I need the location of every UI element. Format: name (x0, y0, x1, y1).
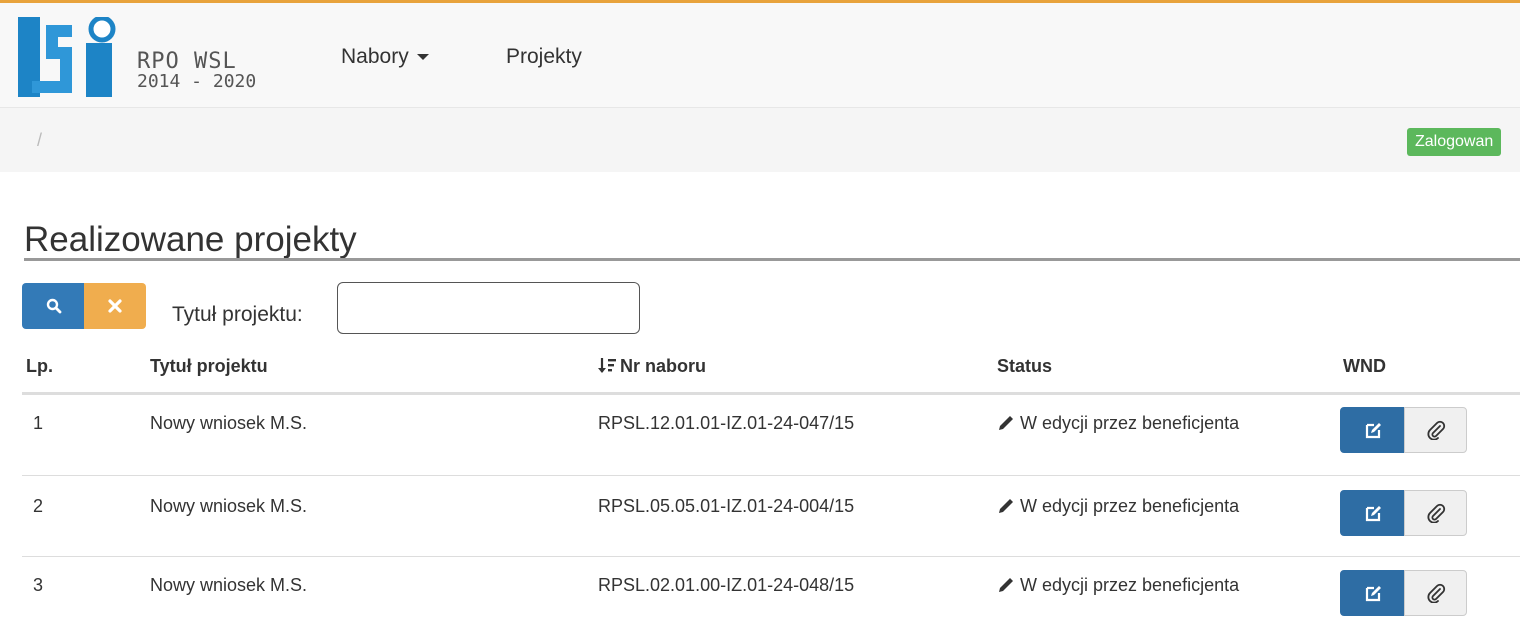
paperclip-icon (1427, 583, 1446, 603)
cell-status: W edycji przez beneficjenta (997, 496, 1239, 517)
edit-application-button[interactable] (1340, 407, 1404, 453)
header-status[interactable]: Status (997, 356, 1052, 377)
cell-status: W edycji przez beneficjenta (997, 575, 1239, 596)
cell-nr-naboru: RPSL.02.01.00-IZ.01-24-048/15 (598, 575, 855, 595)
title-filter-input[interactable] (337, 282, 640, 334)
sort-amount-desc-icon (598, 358, 616, 373)
caret-down-icon (416, 54, 429, 61)
attachments-button[interactable] (1404, 407, 1467, 453)
nav-item-projekty-label: Projekty (506, 45, 582, 68)
brand-text: RPO WSL 2014 - 2020 (137, 51, 256, 91)
status-text: W edycji przez beneficjenta (1020, 496, 1240, 516)
pencil-icon (999, 416, 1013, 430)
header-lp[interactable]: Lp. (26, 356, 53, 377)
nav-item-nabory[interactable]: Nabory (341, 45, 429, 69)
filter-title-label: Tytuł projektu: (172, 303, 303, 326)
header-nr-naboru[interactable]: Nr naboru (598, 356, 706, 377)
title-divider (24, 258, 1520, 261)
header-wnd: WND (1343, 356, 1386, 376)
cell-lp: 2 (33, 496, 44, 516)
logged-in-badge: Zalogowan (1407, 128, 1502, 156)
edit-icon (1365, 423, 1381, 439)
edit-application-button[interactable] (1340, 490, 1404, 536)
cell-nr-naboru: RPSL.05.05.01-IZ.01-24-004/15 (598, 496, 855, 516)
row-divider (22, 475, 1520, 476)
status-text: W edycji przez beneficjenta (1020, 575, 1240, 595)
close-icon (108, 299, 122, 313)
cell-title: Nowy wniosek M.S. (150, 575, 308, 595)
cell-lp: 1 (33, 413, 44, 433)
attachments-button[interactable] (1404, 490, 1467, 536)
page-title: Realizowane projekty (24, 220, 357, 259)
edit-icon (1365, 586, 1381, 602)
lsi-logo[interactable] (18, 15, 128, 97)
table-header-divider (22, 392, 1520, 395)
row-divider (22, 556, 1520, 557)
lsi-logo-mark (18, 15, 116, 97)
nav-item-projekty[interactable]: Projekty (506, 45, 582, 69)
cell-lp: 3 (33, 575, 44, 595)
cell-title: Nowy wniosek M.S. (150, 496, 308, 516)
brand-line-2: 2014 - 2020 (137, 71, 257, 92)
cell-status: W edycji przez beneficjenta (997, 413, 1239, 434)
edit-application-button[interactable] (1340, 570, 1404, 616)
breadcrumb: / Zalogowan (0, 108, 1520, 172)
search-button[interactable] (22, 283, 84, 329)
pencil-icon (999, 578, 1013, 592)
attachments-button[interactable] (1404, 570, 1467, 616)
navbar: RPO WSL 2014 - 2020 Nabory Projekty (0, 3, 1520, 108)
paperclip-icon (1427, 420, 1446, 440)
cell-title: Nowy wniosek M.S. (150, 413, 308, 433)
brand-line-1: RPO WSL (137, 49, 237, 74)
header-title[interactable]: Tytuł projektu (150, 356, 268, 377)
nav-item-nabory-label: Nabory (341, 45, 409, 68)
edit-icon (1365, 506, 1381, 522)
search-icon (46, 298, 62, 314)
paperclip-icon (1427, 503, 1446, 523)
breadcrumb-separator: / (37, 130, 43, 150)
status-text: W edycji przez beneficjenta (1020, 413, 1240, 433)
pencil-icon (999, 499, 1013, 513)
cell-nr-naboru: RPSL.12.01.01-IZ.01-24-047/15 (598, 413, 855, 433)
clear-filter-button[interactable] (84, 283, 146, 329)
header-nr-naboru-label: Nr naboru (620, 356, 707, 376)
